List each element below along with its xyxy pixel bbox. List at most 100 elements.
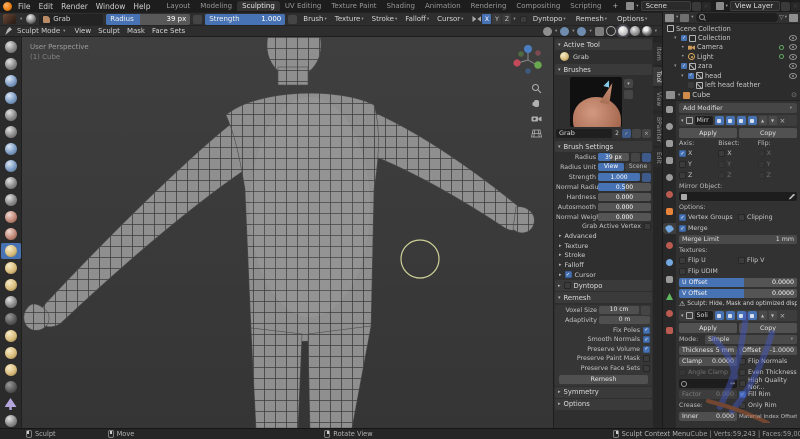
viewport-menu[interactable]: View — [71, 26, 94, 37]
grab-brush-icon[interactable] — [1, 243, 21, 259]
thumb-brush-icon[interactable] — [1, 294, 21, 310]
apply-button[interactable]: Apply — [679, 323, 737, 333]
move-up-button[interactable]: ▲ — [759, 311, 767, 320]
subpanel-header[interactable]: ▸ Falloff — [554, 260, 653, 270]
fake-user-shield-icon[interactable]: ✓ — [622, 129, 631, 138]
scrape-brush-icon[interactable] — [1, 209, 21, 225]
strength-field[interactable]: 1.000 — [598, 173, 640, 181]
xray-toggle-icon[interactable] — [595, 27, 604, 36]
header-menu[interactable]: Brush▾ — [300, 14, 330, 25]
sidebar-tab[interactable]: BPainter — [653, 113, 662, 146]
layer-brush-icon[interactable] — [1, 107, 21, 123]
remesh-menu[interactable]: Remesh▾ — [573, 14, 611, 25]
header-menu[interactable]: Falloff▾ — [402, 14, 433, 25]
modifier-name-field[interactable]: Mirr — [695, 116, 713, 125]
active-brush-field[interactable]: Grab — [39, 14, 103, 25]
vertex-group-field[interactable]: ↔ — [679, 379, 737, 388]
dyntopo-toggle-checkbox[interactable] — [520, 16, 527, 23]
eyedropper-icon[interactable] — [789, 194, 795, 200]
workspace-tab[interactable]: Scripting — [565, 1, 606, 11]
slider-field[interactable]: 0.000 — [598, 203, 651, 211]
unlink-brush-button[interactable]: × — [642, 129, 651, 138]
scene-selector[interactable]: ▾ Scene × — [626, 1, 710, 11]
outliner-row-left-head-feather[interactable]: left head feather — [663, 80, 800, 89]
shading-wireframe-button[interactable] — [606, 26, 616, 36]
adaptivity-field[interactable]: 0 m — [599, 316, 650, 324]
draw-sharp-brush-icon[interactable] — [1, 56, 21, 72]
merge-checkbox[interactable] — [679, 225, 686, 232]
on-cage-toggle[interactable] — [715, 116, 724, 125]
fill-rim-checkbox[interactable] — [739, 391, 746, 398]
viewport-menu[interactable]: Mask — [124, 26, 148, 37]
strength-animate-icon[interactable] — [642, 173, 651, 182]
symmetry-z-button[interactable]: Z — [502, 14, 511, 24]
object-checkbox[interactable] — [681, 63, 687, 69]
even-thickness-checkbox[interactable] — [739, 369, 746, 376]
radius-unit-view-button[interactable]: View — [598, 163, 624, 171]
apply-button[interactable]: Apply — [679, 128, 737, 138]
3d-viewport[interactable]: User Perspective (1) Cube — [22, 37, 553, 428]
collapsed-panel-header[interactable]: ▸ Symmetry — [555, 387, 652, 398]
draw-brush-icon[interactable] — [1, 39, 21, 55]
header-menu[interactable]: Texture▾ — [332, 14, 368, 25]
texture-tab-icon[interactable] — [663, 325, 676, 336]
blender-logo-icon[interactable] — [3, 2, 12, 11]
strength-slider[interactable]: Strength 1.000 — [205, 14, 285, 25]
overlays-toggle-icon[interactable] — [577, 27, 586, 36]
sidebar-tab[interactable]: Edit — [653, 148, 662, 168]
shading-material-button[interactable] — [630, 26, 640, 36]
crease-brush-icon[interactable] — [1, 158, 21, 174]
hide-eye-icon[interactable] — [789, 54, 797, 60]
annotate-tool-icon[interactable] — [1, 413, 21, 429]
filter-funnel-button[interactable]: ▽▾ — [779, 14, 788, 21]
merge-limit-field[interactable]: Merge Limit 1 mm — [679, 235, 797, 244]
world-tab-icon[interactable] — [663, 189, 676, 200]
radius-slider[interactable]: Radius 39 px — [106, 14, 190, 25]
outliner-row-zara[interactable]: ▾ zara — [663, 62, 800, 71]
new-scene-button[interactable] — [692, 2, 701, 11]
mirror-flip-x-checkbox[interactable] — [758, 150, 765, 157]
offset-field[interactable]: Offset-1.0000 — [739, 346, 797, 355]
outliner-row-light[interactable]: • Light — [663, 52, 800, 61]
shading-solid-button[interactable] — [618, 26, 628, 36]
symmetry-y-button[interactable]: Y — [492, 14, 501, 24]
snap-toggle-icon[interactable] — [560, 27, 569, 36]
dyntopo-menu[interactable]: Dyntopo▾ — [530, 14, 570, 25]
brush-preview-image[interactable] — [570, 77, 622, 127]
hide-eye-icon[interactable] — [789, 63, 797, 69]
view-layer-name-field[interactable]: View Layer — [730, 1, 780, 11]
new-collection-button[interactable] — [789, 14, 798, 22]
output-tab-icon[interactable] — [663, 138, 676, 149]
smooth-brush-icon[interactable] — [1, 175, 21, 191]
perspective-grid-icon[interactable] — [531, 128, 542, 139]
clay-brush-icon[interactable] — [1, 73, 21, 89]
edit-mode-toggle[interactable] — [726, 311, 735, 320]
pin-icon[interactable]: ⊙ — [791, 91, 797, 99]
blob-brush-icon[interactable] — [1, 141, 21, 157]
flip-udim-checkbox[interactable] — [679, 268, 686, 275]
expand-arrow-icon[interactable]: ▾ — [674, 35, 679, 41]
vertex-groups-checkbox[interactable] — [679, 214, 686, 221]
expand-arrow-icon[interactable]: ▾ — [681, 73, 686, 79]
menubar-item[interactable]: Window — [92, 2, 130, 11]
outliner-row-camera[interactable]: • Camera — [663, 43, 800, 52]
on-cage-toggle[interactable] — [715, 311, 724, 320]
workspace-tab[interactable]: UV Editing — [280, 1, 327, 11]
outliner-row-head[interactable]: ▾ head — [663, 71, 800, 80]
inflate-brush-icon[interactable] — [1, 124, 21, 140]
remove-view-layer-button[interactable]: × — [791, 2, 800, 11]
remesh-panel-header[interactable]: ▾ Remesh — [555, 292, 652, 303]
mask-brush-icon[interactable] — [1, 379, 21, 395]
move-tool-icon[interactable] — [1, 396, 21, 412]
delete-modifier-button[interactable]: × — [780, 312, 786, 320]
mirror-axis-x-checkbox[interactable] — [679, 150, 686, 157]
properties-editor-selector-icon[interactable] — [666, 91, 675, 99]
editor-type-selector-icon[interactable] — [665, 14, 674, 22]
sidebar-tab[interactable]: Tool — [653, 67, 662, 87]
slider-field[interactable]: 0.000 — [598, 213, 651, 221]
object-checkbox[interactable] — [688, 82, 694, 88]
pivot-point-selector-icon[interactable] — [543, 27, 552, 36]
brushes-panel-header[interactable]: ▾ Brushes — [555, 64, 652, 75]
radius-field[interactable]: 39 px — [598, 153, 629, 161]
view-layer-tab-icon[interactable] — [663, 155, 676, 166]
